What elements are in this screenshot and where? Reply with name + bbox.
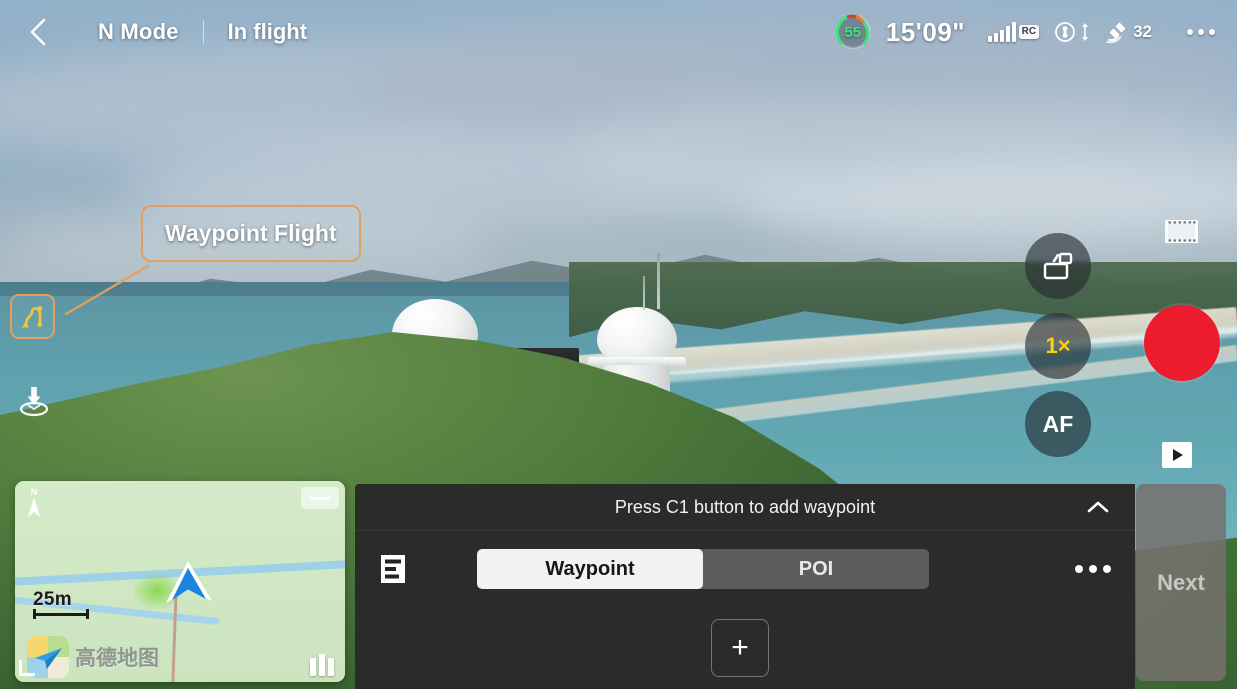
record-button[interactable]: [1144, 305, 1220, 381]
top-status-bar: N Mode In flight 55 15'09" RC 32: [0, 0, 1237, 64]
callout-leader-line: [64, 264, 150, 316]
satellite-icon: [1106, 22, 1126, 44]
map-compass-icon: N: [28, 487, 40, 517]
return-to-home-icon: [19, 387, 49, 417]
waypoint-library-icon: [381, 555, 405, 583]
bar: [328, 658, 334, 676]
minus-icon: [310, 496, 330, 500]
map-layers-button[interactable]: [305, 646, 339, 676]
waypoint-editor-panel: Press C1 button to add waypoint Waypoint…: [355, 484, 1135, 689]
antenna-mast: [657, 253, 660, 309]
dot: [1089, 565, 1097, 573]
panel-more-menu-button[interactable]: [1069, 555, 1117, 583]
panel-collapse-button[interactable]: [1087, 496, 1109, 518]
next-button-label: Next: [1157, 569, 1205, 595]
bar: [310, 658, 316, 676]
map-scale-bar: 25m: [33, 589, 89, 619]
waypoint-flight-button[interactable]: [10, 294, 55, 339]
mini-map[interactable]: N 25m 高德地图: [15, 481, 345, 682]
signal-bars-icon: [988, 22, 1016, 42]
gps-satellite-indicator[interactable]: 32: [1105, 20, 1152, 44]
drone-controller-screen: N Mode In flight 55 15'09" RC 32 Waypoin…: [0, 0, 1237, 689]
chevron-left-icon: [30, 18, 46, 46]
waypoint-library-button[interactable]: [379, 554, 407, 584]
flight-time-label: 15'09": [885, 16, 966, 47]
map-zoom-out-button[interactable]: [301, 487, 339, 509]
panel-toolbar: Waypoint POI: [355, 531, 1135, 607]
map-provider-label: 高德地图: [75, 646, 159, 670]
zoom-level-label: 1×: [1045, 333, 1071, 358]
rc-signal-indicator[interactable]: RC: [980, 22, 1040, 42]
rc-badge: RC: [1018, 25, 1040, 39]
autofocus-label: AF: [1042, 410, 1074, 437]
zoom-level-button[interactable]: 1×: [1025, 313, 1091, 379]
vision-sensor-icon: [1055, 22, 1075, 42]
bar: [319, 654, 325, 676]
dot: [1209, 29, 1215, 35]
waypoint-list-area: +: [355, 607, 1135, 689]
map-expand-corner-icon[interactable]: [19, 660, 35, 676]
capture-mode-filmstrip-button[interactable]: [1164, 219, 1199, 244]
mode-segmented-control: Waypoint POI: [477, 549, 929, 589]
panel-hint-label: Press C1 button to add waypoint: [614, 496, 876, 517]
return-to-home-button[interactable]: [12, 378, 56, 422]
vision-system-indicator[interactable]: [1054, 20, 1090, 44]
separator: [202, 20, 204, 44]
flight-status-label: In flight: [227, 19, 308, 44]
play-icon: [1162, 442, 1192, 468]
next-button[interactable]: Next: [1136, 484, 1226, 681]
scale-ruler: [33, 609, 89, 619]
add-waypoint-button[interactable]: +: [711, 619, 769, 677]
waypoint-flight-callout-label: Waypoint Flight: [165, 220, 337, 246]
antenna-mast: [643, 276, 645, 310]
vertical-arrows-icon: [1082, 23, 1089, 41]
svg-text:N: N: [31, 487, 38, 497]
back-button[interactable]: [22, 15, 56, 49]
camera-mode-button[interactable]: [1025, 233, 1091, 299]
dot: [1103, 565, 1111, 573]
map-provider-attribution: 高德地图: [27, 636, 159, 678]
playback-button[interactable]: [1161, 441, 1193, 469]
autofocus-button[interactable]: AF: [1025, 391, 1091, 457]
top-more-menu-button[interactable]: [1179, 23, 1223, 41]
dot: [1198, 29, 1204, 35]
tab-waypoint[interactable]: Waypoint: [477, 549, 703, 589]
chevron-up-icon: [1087, 501, 1109, 513]
drone-heading-arrow-icon: [166, 561, 213, 604]
film-strip-icon: [1165, 220, 1198, 243]
camera-mode-icon: [1043, 252, 1073, 280]
dot: [1187, 29, 1193, 35]
waypoint-path-icon: [21, 305, 42, 327]
panel-header: Press C1 button to add waypoint: [355, 484, 1135, 531]
map-scale-label: 25m: [33, 589, 72, 610]
plus-icon: +: [731, 631, 749, 664]
waypoint-flight-callout: Waypoint Flight: [141, 205, 361, 262]
status-indicators: 55 15'09" RC 32: [833, 12, 1223, 52]
paper-plane-icon: [35, 648, 62, 669]
dot: [1075, 565, 1083, 573]
tab-poi[interactable]: POI: [703, 549, 929, 589]
flight-mode-label: N Mode: [98, 19, 179, 44]
satellite-count-label: 32: [1133, 22, 1152, 41]
battery-indicator[interactable]: 55: [833, 12, 873, 52]
battery-percent-label: 55: [844, 23, 862, 41]
